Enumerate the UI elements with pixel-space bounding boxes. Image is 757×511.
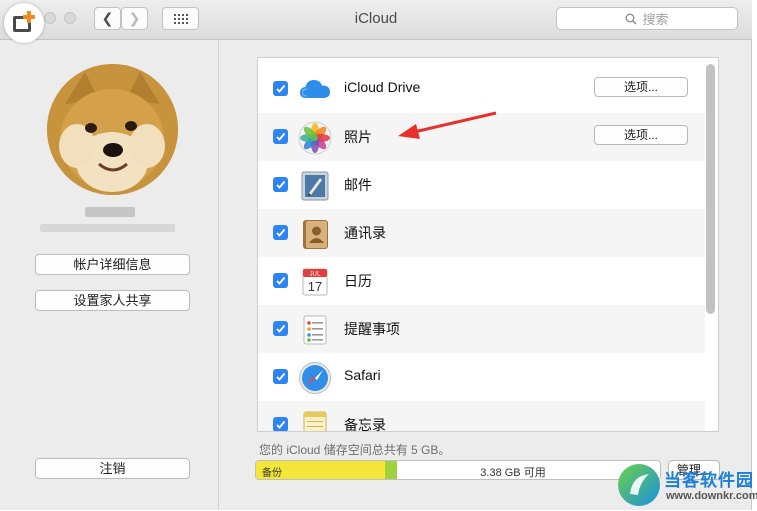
add-window-icon xyxy=(13,11,35,32)
service-label: 提醒事项 xyxy=(344,321,400,337)
forward-button[interactable]: ❯ xyxy=(121,7,148,30)
storage-bar: 备份 3.38 GB 可用 xyxy=(255,460,661,480)
account-email-redacted xyxy=(40,224,175,232)
app-logo-badge xyxy=(4,3,44,43)
service-label: 备忘录 xyxy=(344,417,386,432)
notes-checkbox[interactable] xyxy=(273,417,288,431)
watermark: 当客软件园 www.downkr.com xyxy=(616,462,757,510)
notes-icon xyxy=(303,411,327,431)
checkmark-icon xyxy=(276,228,286,237)
service-row-reminders: 提醒事项 xyxy=(258,305,705,353)
checkmark-icon xyxy=(276,132,286,141)
service-label: iCloud Drive xyxy=(344,79,421,95)
calendar-icon-month: JUL xyxy=(310,272,321,278)
checkmark-icon xyxy=(276,180,286,189)
sign-out-button[interactable]: 注销 xyxy=(35,458,190,479)
minimize-window-button[interactable] xyxy=(44,12,56,24)
search-placeholder: 搜索 xyxy=(642,12,669,27)
account-sidebar: 帐户详细信息 设置家人共享 注销 xyxy=(0,40,219,510)
search-field[interactable]: 搜索 xyxy=(556,7,738,30)
storage-summary: 您的 iCloud 储存空间总共有 5 GB。 xyxy=(259,443,451,457)
title-bar: ❮ ❯ iCloud 搜索 xyxy=(0,0,752,40)
list-scrollbar[interactable] xyxy=(706,64,715,314)
service-row-icloud-drive: iCloud Drive 选项... xyxy=(258,65,705,113)
back-button[interactable]: ❮ xyxy=(94,7,121,30)
family-sharing-button[interactable]: 设置家人共享 xyxy=(35,290,190,311)
service-label: 日历 xyxy=(344,273,372,289)
service-label: Safari xyxy=(344,367,381,383)
storage-free-label: 3.38 GB 可用 xyxy=(480,467,546,479)
photos-icon xyxy=(298,121,332,155)
account-name-redacted xyxy=(85,207,135,217)
account-details-button[interactable]: 帐户详细信息 xyxy=(35,254,190,275)
search-icon xyxy=(625,13,638,25)
checkmark-icon xyxy=(276,324,286,333)
checkmark-icon xyxy=(276,84,286,93)
service-label: 邮件 xyxy=(344,177,372,193)
dog-avatar-image xyxy=(47,64,178,195)
watermark-url: www.downkr.com xyxy=(666,490,757,502)
reminders-icon xyxy=(303,315,327,345)
icloud-preferences-window: ❮ ❯ iCloud 搜索 帐户详细信息 设置家人共享 注销 iCloud Dr… xyxy=(0,0,752,510)
annotation-arrow-icon xyxy=(398,111,497,139)
calendar-icon-day: 17 xyxy=(308,279,322,294)
mail-icon xyxy=(301,171,329,201)
safari-icon xyxy=(299,362,331,394)
service-label: 通讯录 xyxy=(344,225,386,241)
icloud-drive-options-button[interactable]: 选项... xyxy=(594,77,688,97)
checkmark-icon xyxy=(276,372,286,381)
show-all-button[interactable] xyxy=(162,7,199,30)
icloud-drive-icon xyxy=(300,80,330,98)
reminders-checkbox[interactable] xyxy=(273,321,288,336)
checkmark-icon xyxy=(276,276,286,285)
service-row-contacts: 通讯录 xyxy=(258,209,705,257)
icloud-drive-checkbox[interactable] xyxy=(273,81,288,96)
chevron-left-icon: ❮ xyxy=(101,10,114,26)
chevron-right-icon: ❯ xyxy=(128,10,141,26)
service-row-mail: 邮件 xyxy=(258,161,705,209)
safari-checkbox[interactable] xyxy=(273,369,288,384)
service-row-safari: Safari xyxy=(258,353,705,401)
service-label: 照片 xyxy=(344,129,372,145)
grid-icon xyxy=(173,13,188,24)
watermark-logo-icon xyxy=(618,464,660,506)
calendar-checkbox[interactable] xyxy=(273,273,288,288)
zoom-window-button[interactable] xyxy=(64,12,76,24)
checkmark-icon xyxy=(276,420,286,429)
service-row-calendar: JUL 17 日历 xyxy=(258,257,705,305)
calendar-icon: JUL 17 xyxy=(302,268,328,296)
service-row-notes: 备忘录 xyxy=(258,401,705,432)
contacts-checkbox[interactable] xyxy=(273,225,288,240)
contacts-icon xyxy=(303,220,328,249)
mail-checkbox[interactable] xyxy=(273,177,288,192)
photos-options-button[interactable]: 选项... xyxy=(594,125,688,145)
watermark-title: 当客软件园 xyxy=(664,471,754,490)
avatar[interactable] xyxy=(47,64,178,195)
photos-checkbox[interactable] xyxy=(273,129,288,144)
